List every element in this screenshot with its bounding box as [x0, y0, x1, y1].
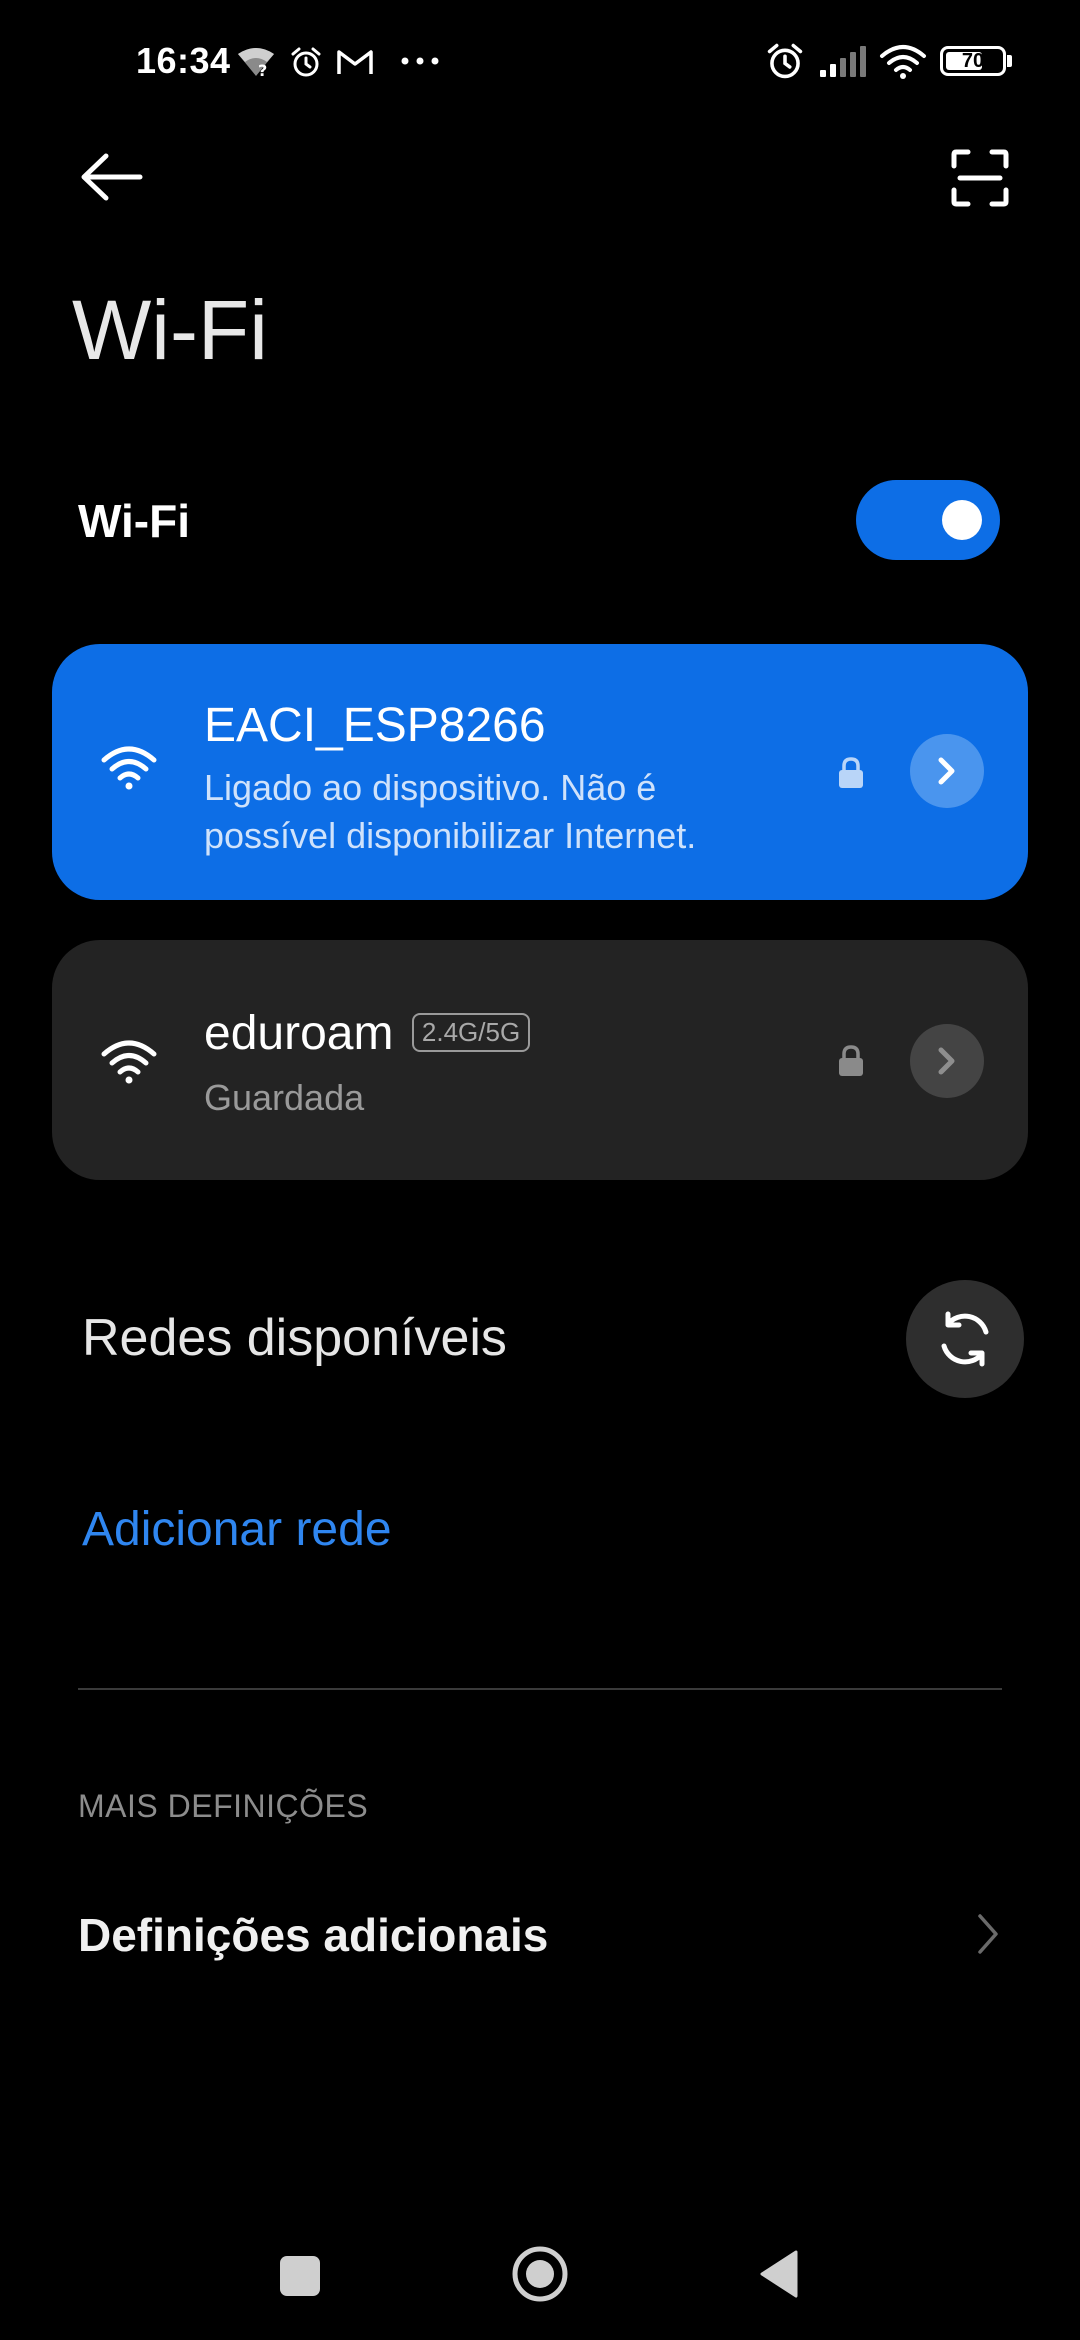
alarm-icon [291, 47, 321, 77]
more-dots-icon [401, 57, 439, 65]
divider [78, 1688, 1002, 1690]
network-status-line: possível disponibilizar Internet. [204, 815, 697, 856]
wifi-toggle-switch[interactable] [856, 480, 1000, 560]
alarm-icon [767, 43, 803, 79]
network-card-connected[interactable]: EACI_ESP8266 Ligado ao dispositivo. Não … [52, 644, 1028, 900]
status-bar: 16:34 ? 70 [0, 0, 1080, 120]
wifi-question-icon: ? [238, 48, 274, 78]
refresh-icon [941, 1311, 989, 1367]
chevron-right-icon [938, 757, 955, 785]
status-time: 16:34 [136, 40, 231, 81]
lock-icon [839, 1045, 863, 1076]
lock-icon [839, 757, 863, 788]
network-name: EACI_ESP8266 [204, 699, 546, 752]
wifi-toggle-label: Wi-Fi [78, 495, 190, 547]
battery-level: 70 [961, 50, 985, 72]
additional-settings-item[interactable]: Definições adicionais [78, 1908, 548, 1962]
chevron-right-icon[interactable] [976, 1912, 1000, 1956]
network-card-saved[interactable]: eduroam 2.4G/5G Guardada [52, 940, 1028, 1180]
network-name-row: eduroam 2.4G/5G [204, 1006, 531, 1061]
network-name: eduroam [204, 1007, 394, 1060]
home-circle-icon[interactable] [510, 2244, 570, 2304]
battery-icon: 70 [940, 46, 1006, 76]
add-network-link[interactable]: Adicionar rede [82, 1502, 392, 1557]
toggle-knob [942, 500, 982, 540]
more-settings-header: MAIS DEFINIÇÕES [78, 1788, 369, 1824]
network-details-button[interactable] [910, 734, 984, 808]
network-status: Ligado ao dispositivo. Não é possível di… [204, 764, 764, 860]
qr-scan-icon[interactable] [950, 148, 1010, 208]
arrow-left-icon[interactable] [78, 150, 144, 204]
battery-tip [1007, 55, 1012, 67]
gmail-icon [337, 50, 373, 74]
cellular-signal-icon [820, 46, 866, 77]
chevron-right-icon [938, 1047, 955, 1075]
svg-text:?: ? [258, 61, 267, 78]
wifi-icon [880, 45, 926, 79]
network-status-line: Ligado ao dispositivo. Não é [204, 767, 657, 808]
network-status: Guardada [204, 1077, 365, 1118]
back-triangle-icon[interactable] [756, 2248, 800, 2300]
network-details-button[interactable] [910, 1024, 984, 1098]
band-badge: 2.4G/5G [411, 1013, 531, 1052]
recents-square-icon[interactable] [280, 2256, 320, 2296]
available-networks-title: Redes disponíveis [82, 1309, 507, 1367]
page-title: Wi-Fi [72, 283, 268, 377]
wifi-icon [101, 1040, 157, 1084]
wifi-icon [101, 746, 157, 790]
refresh-button[interactable] [906, 1280, 1024, 1398]
